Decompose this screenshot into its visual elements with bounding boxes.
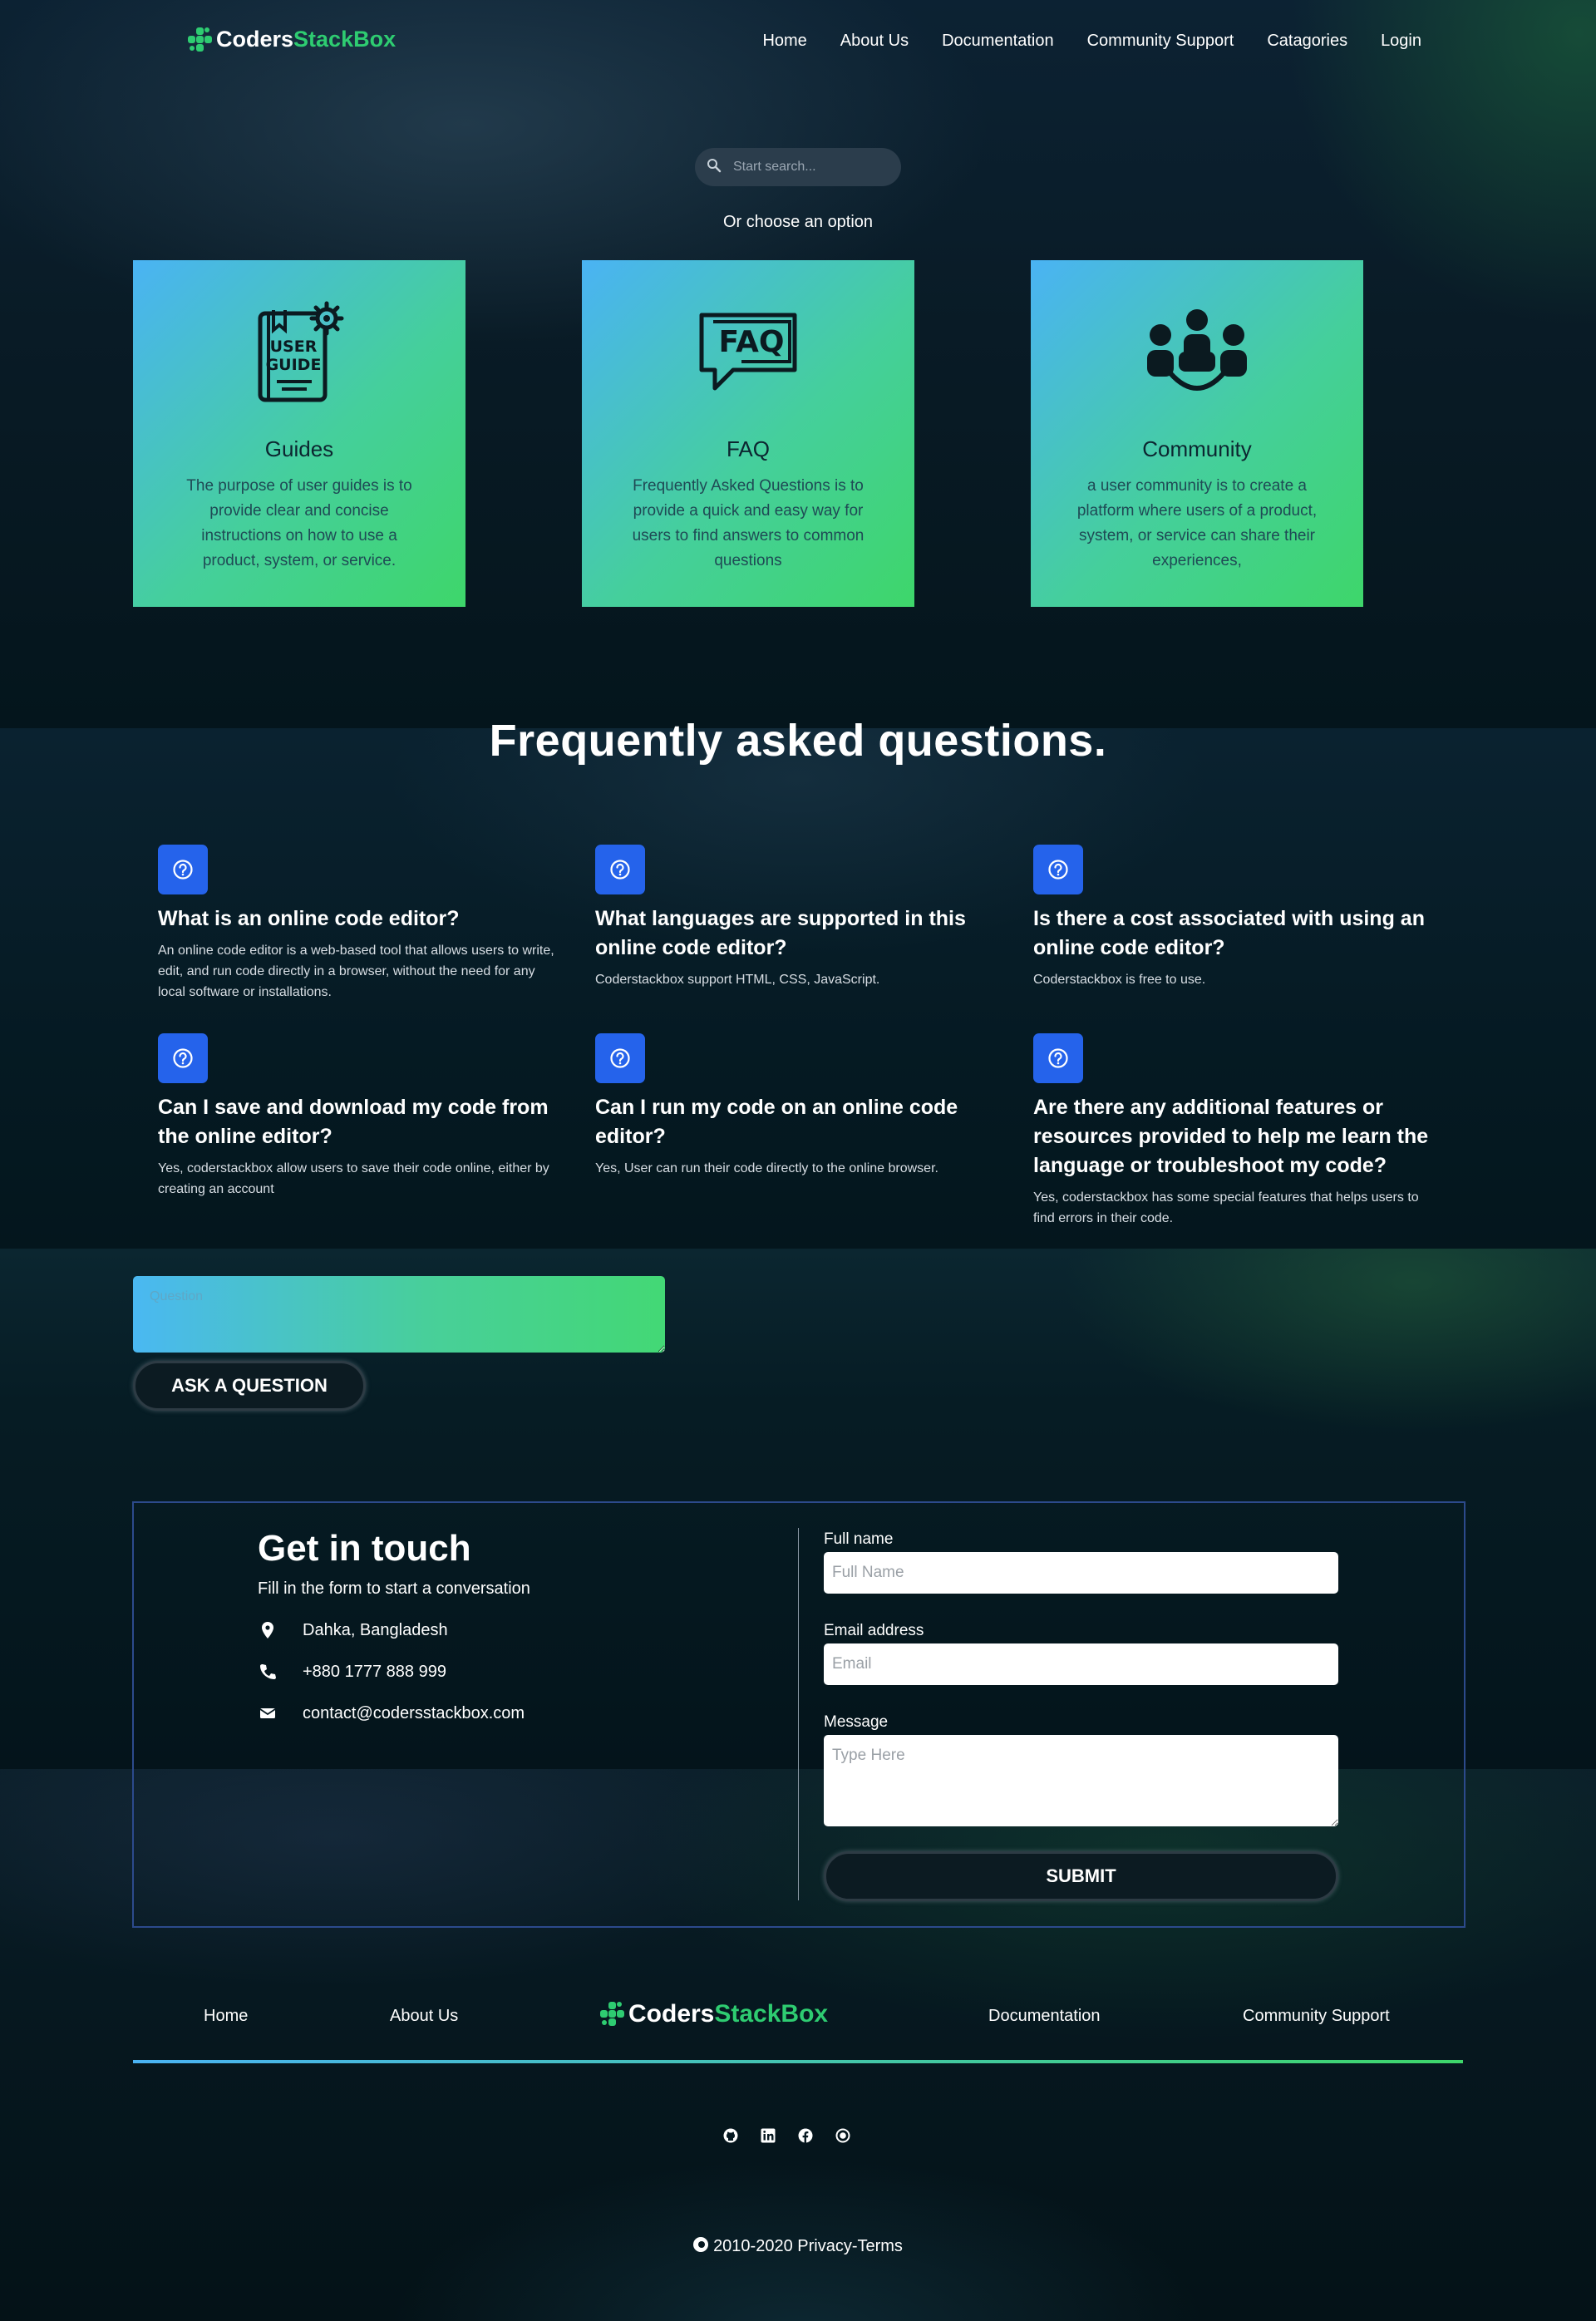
footer-nav-documentation[interactable]: Documentation	[988, 2007, 1101, 2026]
linkedin-icon[interactable]	[759, 2126, 776, 2144]
choose-option-text: Or choose an option	[722, 213, 874, 231]
question-circle-icon	[1033, 845, 1083, 894]
faq-item: What languages are supported in this onl…	[595, 845, 1002, 990]
copyright: 2010-2020 Privacy-Terms	[0, 2237, 1596, 2256]
ask-question-button[interactable]: ASK A QUESTION	[133, 1361, 366, 1411]
faq-item: What is an online code editor? An online…	[158, 845, 565, 1003]
option-card-community[interactable]: Community a user community is to create …	[1031, 260, 1363, 607]
question-circle-icon	[595, 845, 645, 894]
nav-catagories[interactable]: Catagories	[1267, 32, 1347, 51]
faq-answer: An online code editor is a web-based too…	[158, 944, 554, 999]
footer-nav-about-us[interactable]: About Us	[390, 2007, 458, 2026]
option-title-faq: FAQ	[726, 436, 770, 461]
community-icon	[1031, 300, 1363, 408]
search-bar[interactable]	[695, 148, 901, 186]
option-text-guides: The purpose of user guides is to provide…	[186, 477, 412, 569]
contact-title: Get in touch	[258, 1528, 471, 1569]
question-circle-icon	[158, 1033, 208, 1083]
social-links	[722, 2126, 851, 2144]
main-nav: Home About Us Documentation Community Su…	[762, 32, 1421, 51]
search-icon	[707, 158, 722, 177]
footer-logo[interactable]: Coders StackBox	[600, 2000, 828, 2028]
logo-icon	[600, 2002, 625, 2027]
footer-divider	[133, 2060, 1463, 2063]
location-pin-icon	[258, 1620, 278, 1640]
question-circle-icon	[1033, 1033, 1083, 1083]
faq-question: Is there a cost associated with using an…	[1033, 907, 1425, 959]
full-name-field[interactable]	[824, 1552, 1338, 1594]
faq-answer: Yes, coderstackbox has some special feat…	[1033, 1190, 1419, 1225]
search-input[interactable]	[733, 160, 883, 175]
faq-section-title: Frequently asked questions.	[489, 716, 1107, 766]
nav-about-us[interactable]: About Us	[840, 32, 909, 51]
user-guide-icon-text-guide: GUIDE	[266, 356, 322, 374]
option-text-community: a user community is to create a platform…	[1076, 477, 1318, 569]
mail-icon	[258, 1703, 278, 1723]
nav-home[interactable]: Home	[762, 32, 806, 51]
faq-question: Can I run my code on an online code edit…	[595, 1096, 958, 1148]
nav-documentation[interactable]: Documentation	[942, 32, 1054, 51]
message-label: Message	[824, 1713, 889, 1731]
question-circle-icon	[158, 845, 208, 894]
faq-item: Can I run my code on an online code edit…	[595, 1033, 1002, 1179]
logo-icon	[188, 27, 213, 52]
user-guide-icon: USER GUIDE	[133, 300, 466, 408]
faq-question: Are there any additional features or res…	[1033, 1096, 1429, 1177]
option-card-guides[interactable]: USER GUIDE Guides The purpose of user gu…	[133, 260, 466, 607]
logo-text-coders: Coders	[628, 2000, 715, 2028]
facebook-icon[interactable]	[796, 2126, 814, 2144]
faq-answer: Coderstackbox is free to use.	[1033, 973, 1206, 987]
option-text-faq: Frequently Asked Questions is to provide…	[632, 477, 864, 569]
email-label: Email address	[824, 1622, 924, 1639]
github-icon[interactable]	[722, 2126, 739, 2144]
contact-address: Dahka, Bangladesh	[258, 1620, 448, 1640]
full-name-label: Full name	[824, 1530, 894, 1548]
question-circle-icon	[595, 1033, 645, 1083]
option-card-faq[interactable]: FAQ FAQ Frequently Asked Questions is to…	[582, 260, 914, 607]
faq-answer: Yes, coderstackbox allow users to save t…	[158, 1161, 549, 1196]
faq-answer: Yes, User can run their code directly to…	[595, 1161, 938, 1175]
email-field[interactable]	[824, 1643, 1338, 1685]
contact-email-text: contact@codersstackbox.com	[303, 1703, 525, 1722]
header-logo[interactable]: Coders StackBox	[188, 27, 396, 52]
radio-icon[interactable]	[834, 2126, 851, 2144]
footer-nav-home[interactable]: Home	[204, 2007, 248, 2026]
option-title-guides: Guides	[264, 436, 334, 461]
faq-question: Can I save and download my code from the…	[158, 1096, 549, 1148]
contact-email: contact@codersstackbox.com	[258, 1703, 525, 1723]
message-field[interactable]	[824, 1735, 1338, 1826]
copyright-icon	[693, 2237, 709, 2252]
contact-subtitle: Fill in the form to start a conversation	[258, 1579, 530, 1598]
faq-icon-text: FAQ	[719, 325, 785, 359]
contact-phone: +880 1777 888 999	[258, 1662, 446, 1682]
faq-question: What is an online code editor?	[158, 907, 460, 930]
faq-icon: FAQ	[582, 300, 914, 408]
logo-text-stackbox: StackBox	[714, 2000, 829, 2028]
faq-item: Is there a cost associated with using an…	[1033, 845, 1441, 990]
faq-question: What languages are supported in this onl…	[595, 907, 966, 959]
logo-text-coders: Coders	[216, 27, 294, 52]
contact-phone-text: +880 1777 888 999	[303, 1662, 446, 1681]
contact-divider	[798, 1528, 799, 1900]
option-title-community: Community	[1142, 436, 1252, 461]
user-guide-icon-text-user: USER	[270, 338, 318, 356]
nav-community-support[interactable]: Community Support	[1087, 32, 1234, 51]
faq-item: Can I save and download my code from the…	[158, 1033, 565, 1200]
copyright-text: 2010-2020 Privacy-Terms	[713, 2237, 903, 2255]
faq-item: Are there any additional features or res…	[1033, 1033, 1441, 1229]
question-input[interactable]	[133, 1276, 665, 1353]
logo-text-stackbox: StackBox	[293, 27, 397, 52]
faq-answer: Coderstackbox support HTML, CSS, JavaScr…	[595, 973, 880, 987]
submit-button[interactable]: SUBMIT	[824, 1851, 1338, 1901]
nav-login[interactable]: Login	[1381, 32, 1421, 51]
phone-icon	[258, 1662, 278, 1682]
contact-address-text: Dahka, Bangladesh	[303, 1620, 448, 1639]
footer-nav-community-support[interactable]: Community Support	[1243, 2007, 1390, 2026]
